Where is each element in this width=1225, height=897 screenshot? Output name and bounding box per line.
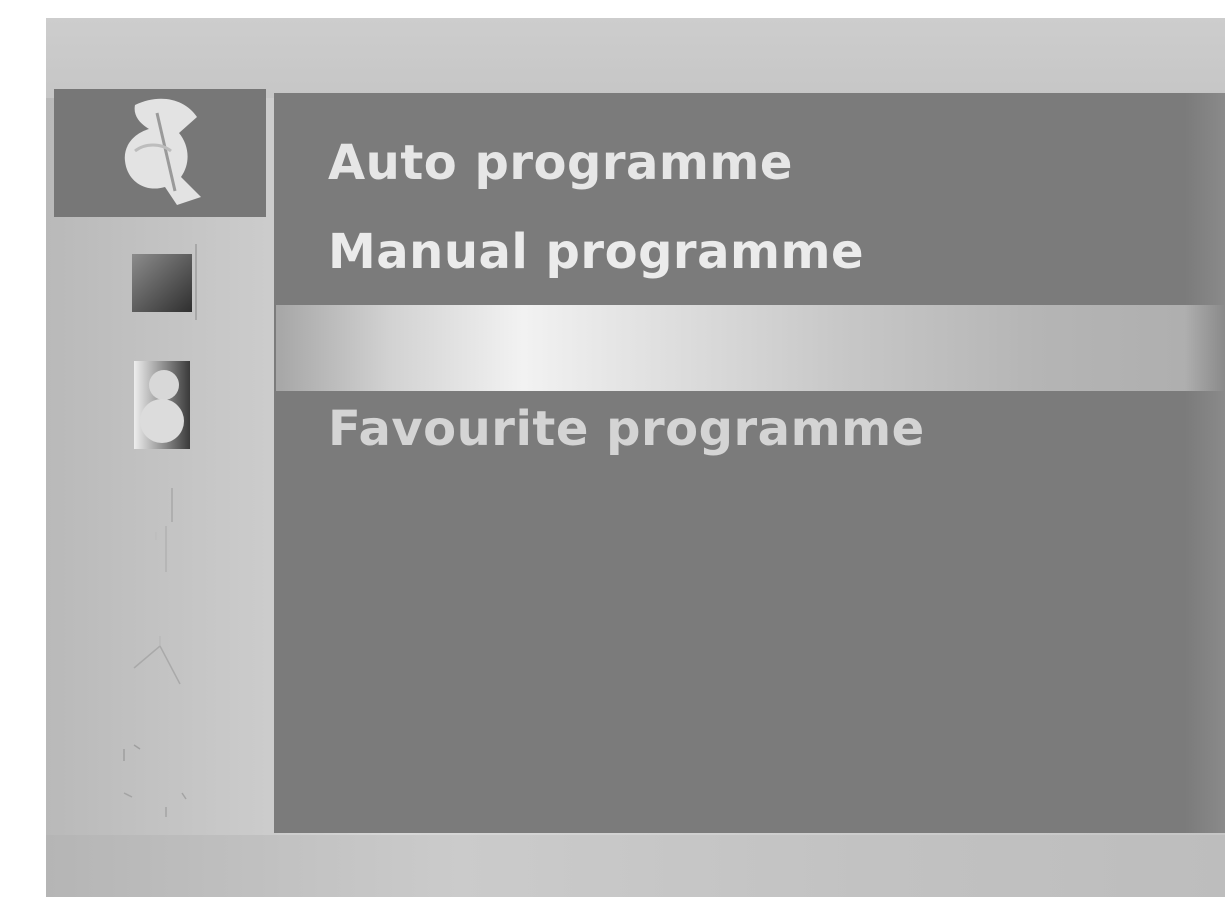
station-menu-panel: Auto programme Manual programme Favourit… — [274, 93, 1225, 833]
tv-osd-screen: Auto programme Manual programme Favourit… — [46, 18, 1225, 897]
sidebar-item-sound[interactable] — [54, 354, 266, 459]
sidebar-item-picture[interactable] — [54, 239, 266, 329]
time-icon — [120, 482, 200, 586]
option-icon — [120, 622, 200, 706]
lock-icon — [110, 727, 210, 831]
menu-item-auto-programme[interactable]: Auto programme — [328, 135, 793, 191]
menu-item-manual-programme[interactable]: Manual programme — [328, 224, 864, 280]
sidebar-item-lock[interactable] — [54, 729, 266, 829]
satellite-dish-icon — [105, 93, 215, 213]
sidebar-item-station[interactable] — [54, 89, 266, 217]
picture-icon — [120, 242, 200, 326]
menu-item-favourite-programme[interactable]: Favourite programme — [328, 401, 925, 457]
speaker-icon — [120, 355, 200, 459]
menu-item-selected-highlight[interactable] — [276, 305, 1225, 391]
menu-sidebar — [54, 89, 266, 834]
sidebar-item-time[interactable] — [54, 479, 266, 589]
sidebar-item-option[interactable] — [54, 619, 266, 709]
